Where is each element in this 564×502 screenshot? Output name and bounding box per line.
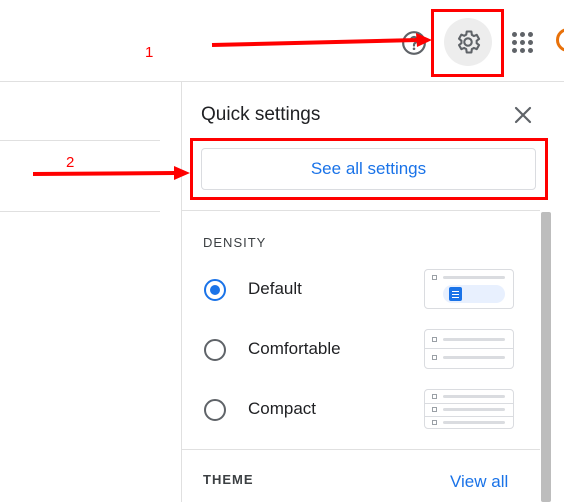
mail-list-pane: [0, 82, 181, 502]
close-button[interactable]: [510, 102, 536, 128]
list-divider: [0, 140, 160, 141]
apps-button[interactable]: [498, 18, 546, 66]
close-icon: [514, 106, 532, 124]
theme-section-label: THEME: [203, 472, 254, 487]
annotation-box-see-all: [190, 138, 548, 200]
panel-divider: [182, 210, 542, 211]
annotation-label-1: 1: [145, 44, 154, 61]
help-circle-icon: [402, 31, 426, 55]
section-divider: [182, 449, 540, 450]
scrollbar-thumb[interactable]: [541, 212, 551, 502]
density-option-label: Default: [248, 279, 302, 298]
annotation-label-2: 2: [66, 154, 75, 171]
density-option-label: Comfortable: [248, 339, 341, 358]
density-section-label: DENSITY: [203, 235, 267, 250]
view-all-themes-link[interactable]: View all: [450, 472, 508, 492]
density-preview-default: [424, 269, 514, 309]
annotation-box-settings: [431, 9, 504, 77]
density-option-comfortable[interactable]: Comfortable: [204, 329, 514, 369]
apps-grid-icon: [511, 31, 533, 53]
density-option-label: Compact: [248, 399, 317, 418]
density-option-compact[interactable]: Compact: [204, 389, 514, 429]
avatar[interactable]: [556, 28, 564, 52]
document-icon: [449, 287, 462, 301]
list-divider: [0, 211, 160, 212]
density-preview-comfortable: [424, 329, 514, 369]
radio-default[interactable]: [204, 279, 226, 301]
quick-settings-title: Quick settings: [201, 104, 321, 125]
radio-compact[interactable]: [204, 399, 226, 421]
radio-comfortable[interactable]: [204, 339, 226, 361]
density-preview-compact: [424, 389, 514, 429]
density-option-default[interactable]: Default: [204, 269, 514, 309]
